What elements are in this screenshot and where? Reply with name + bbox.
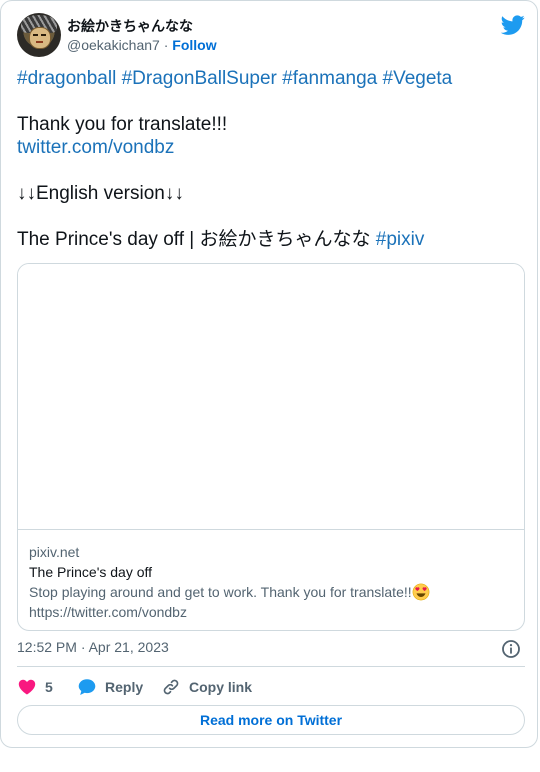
twitter-bird-icon[interactable] <box>501 13 525 37</box>
like-count: 5 <box>45 679 53 695</box>
tweet-actions: 5 Reply Copy link <box>17 675 525 699</box>
title-text: The Prince's day off | お絵かきちゃんなな <box>17 229 371 250</box>
link-url: https://twitter.com/vondbz <box>29 604 187 620</box>
tweet-text: #dragonball #DragonBallSuper #fanmanga #… <box>17 67 525 251</box>
info-icon[interactable] <box>501 639 521 659</box>
tweet-link[interactable]: twitter.com/vondbz <box>17 137 174 158</box>
handle-separator: · <box>163 37 169 53</box>
copy-link-button[interactable]: Copy link <box>161 675 252 699</box>
hashtag-link[interactable]: #dragonball <box>17 68 116 89</box>
copy-link-label: Copy link <box>189 679 253 695</box>
tweet-timestamp[interactable]: 12:52 PM · Apr 21, 2023 <box>17 639 169 655</box>
tweet-header: お絵かきちゃんなな @oekakichan7 · Follow <box>17 13 525 59</box>
reply-button[interactable]: Reply <box>77 675 143 699</box>
hashtag-link[interactable]: #DragonBallSuper <box>122 68 277 89</box>
hashtag-line: #dragonball #DragonBallSuper #fanmanga #… <box>17 67 525 90</box>
divider <box>17 666 525 667</box>
heart-icon <box>18 679 36 695</box>
thanks-line: Thank you for translate!!! <box>17 114 228 135</box>
reply-bubble-icon <box>78 679 96 695</box>
reply-label: Reply <box>105 679 144 695</box>
follow-link[interactable]: Follow <box>172 37 216 53</box>
hashtag-link[interactable]: #Vegeta <box>383 68 453 89</box>
link-preview-image[interactable] <box>18 264 524 530</box>
tweet-card: お絵かきちゃんなな @oekakichan7 · Follow #dragonb… <box>0 0 538 748</box>
handle-row: @oekakichan7 · Follow <box>67 37 217 53</box>
title-line: The Prince's day off | お絵かきちゃんなな #pixiv <box>17 228 525 251</box>
link-chain-icon <box>163 679 179 695</box>
link-preview-body: pixiv.net The Prince's day off Stop play… <box>29 542 515 622</box>
link-domain: pixiv.net <box>29 544 80 560</box>
english-version-line: ↓↓English version↓↓ <box>17 183 184 204</box>
read-more-button[interactable]: Read more on Twitter <box>17 705 525 735</box>
link-description: Stop playing around and get to work. Tha… <box>29 584 412 600</box>
hashtag-link[interactable]: #fanmanga <box>282 68 377 89</box>
like-button[interactable]: 5 <box>17 675 53 699</box>
link-title: The Prince's day off <box>29 564 153 580</box>
avatar[interactable] <box>17 13 61 57</box>
pixiv-hashtag-link[interactable]: #pixiv <box>376 229 425 250</box>
link-preview-card[interactable]: pixiv.net The Prince's day off Stop play… <box>17 263 525 631</box>
author-name[interactable]: お絵かきちゃんなな <box>67 16 193 36</box>
link-description-row: Stop playing around and get to work. Tha… <box>29 582 515 602</box>
heart-eyes-emoji-icon <box>412 583 430 601</box>
author-handle[interactable]: @oekakichan7 <box>67 37 160 53</box>
